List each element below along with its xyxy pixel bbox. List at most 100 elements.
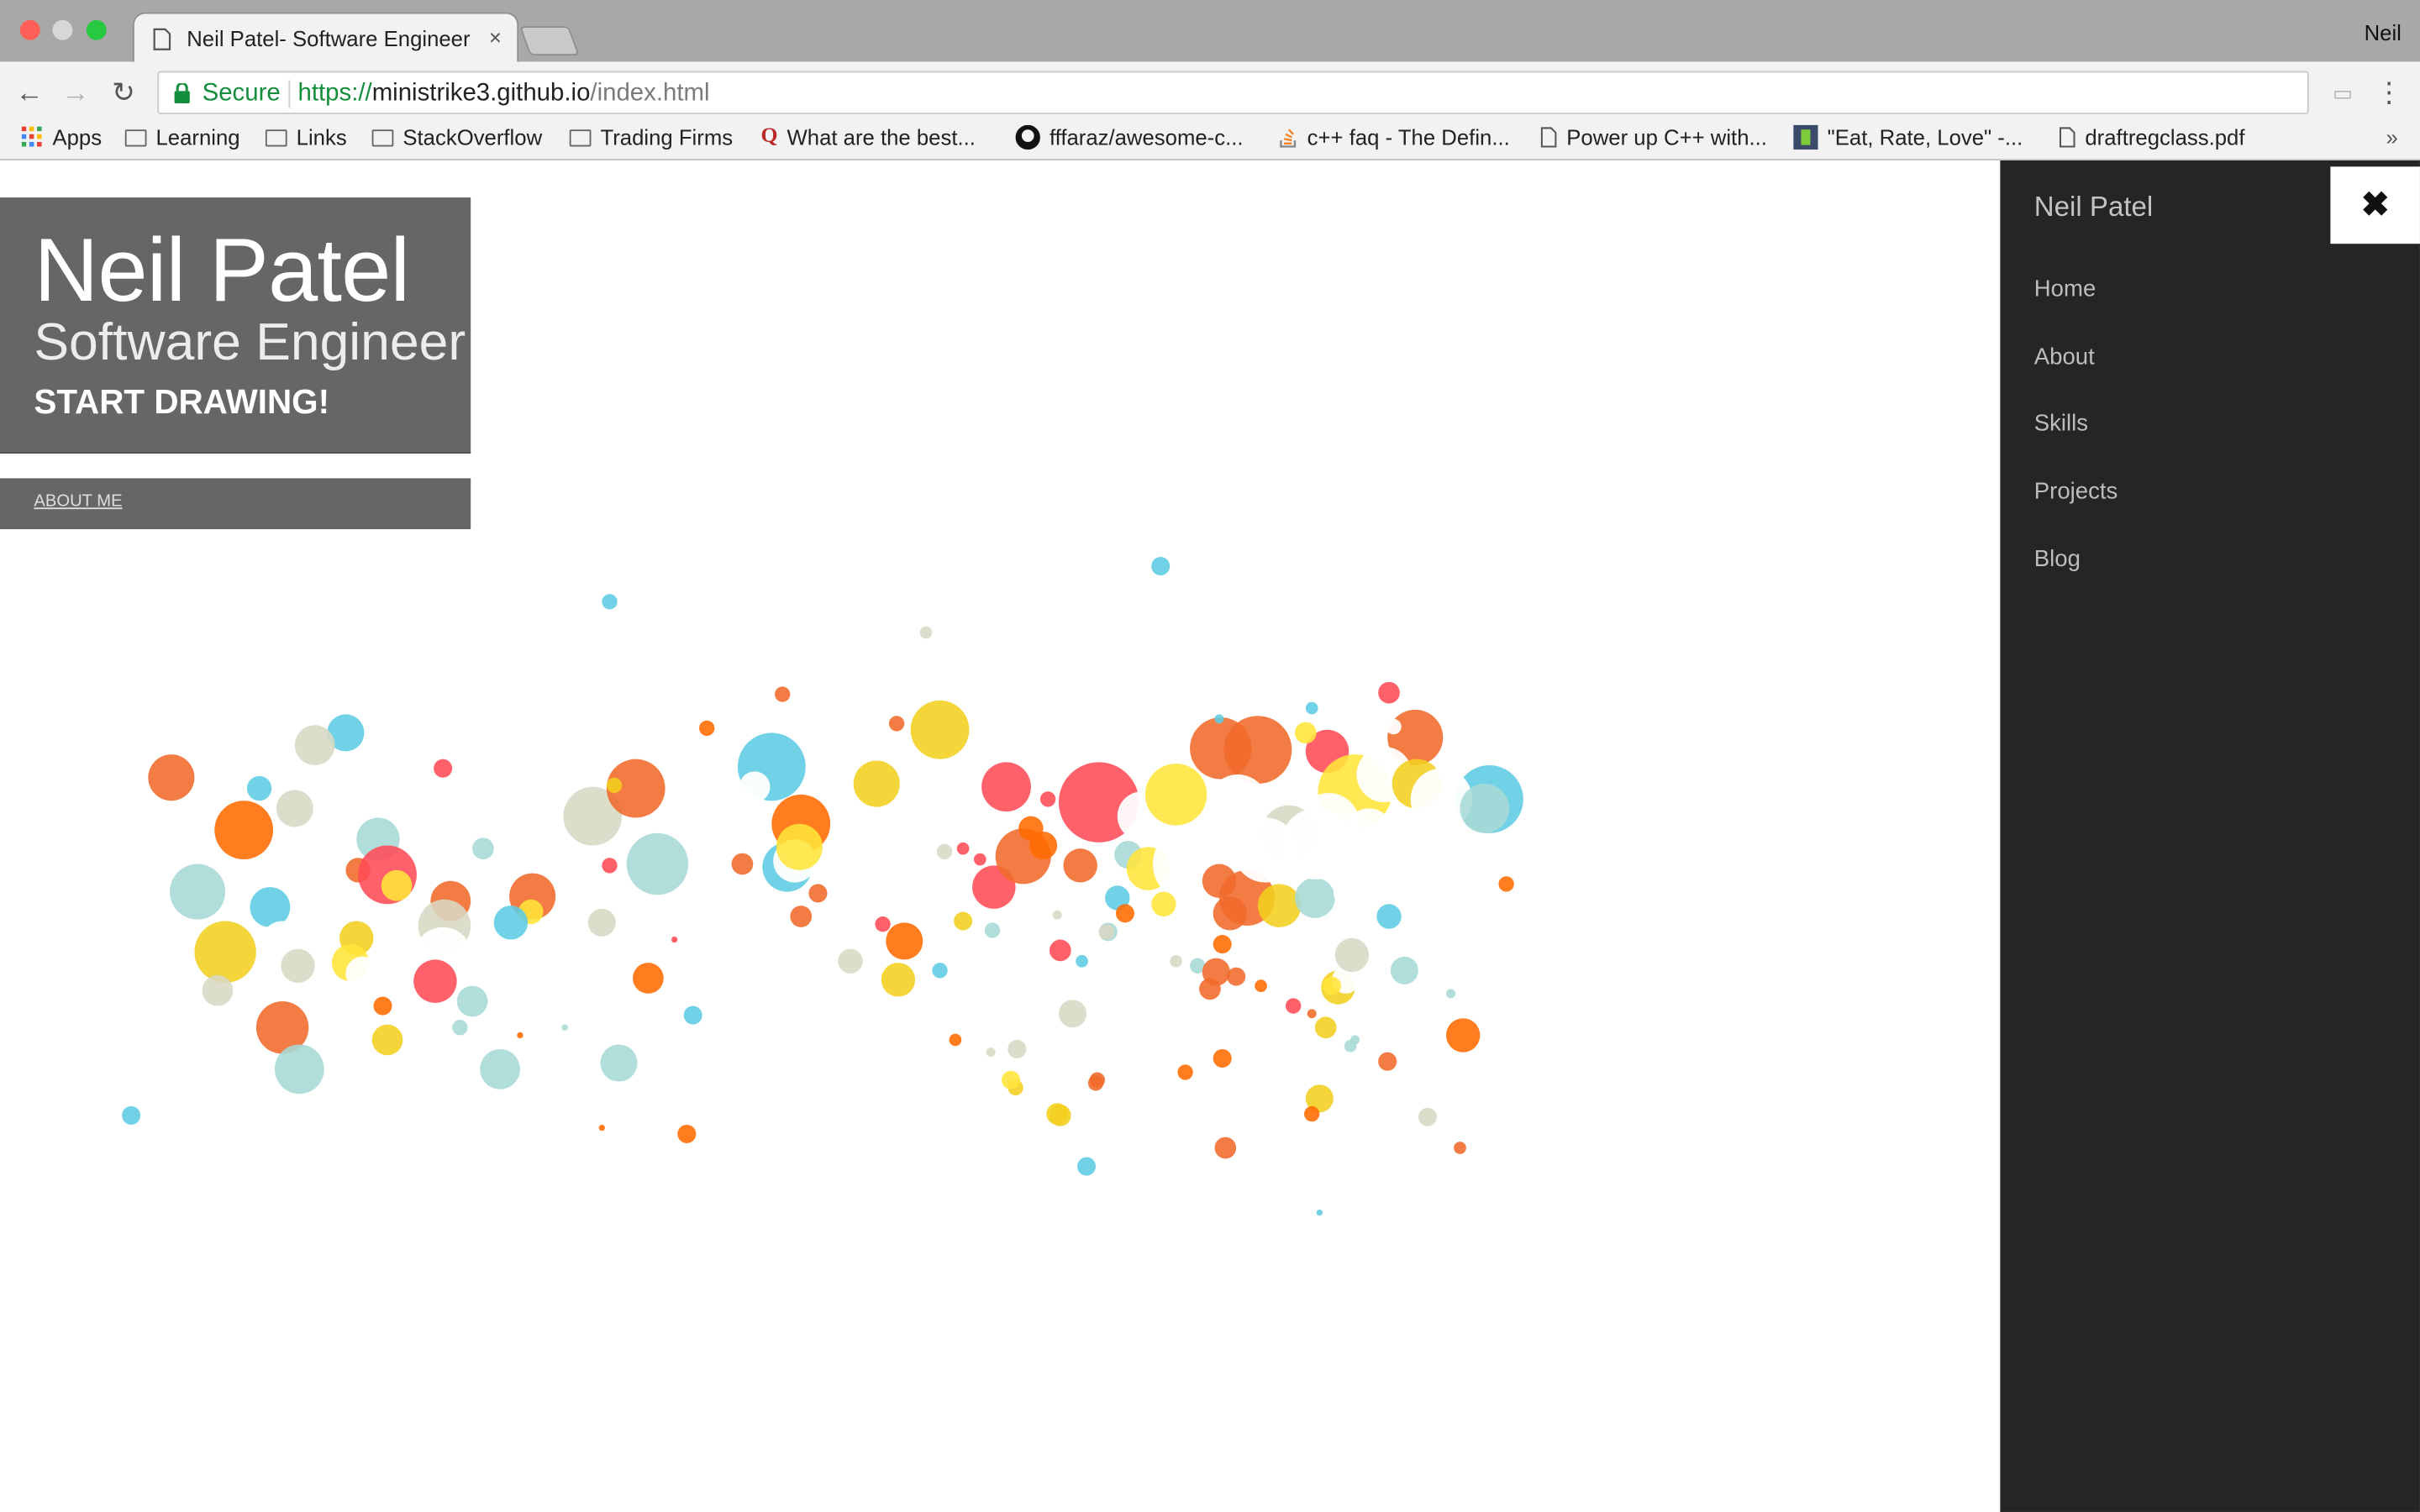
paint-dot — [838, 948, 863, 974]
nav-item-projects[interactable]: Projects — [2034, 478, 2118, 504]
bookmark-label: Trading Firms — [600, 124, 734, 150]
paint-dot — [984, 922, 1001, 938]
paint-dot — [281, 948, 315, 983]
bookmark-learning[interactable]: Learning — [124, 124, 240, 150]
back-arrow-icon[interactable]: ← — [14, 77, 45, 108]
page-icon — [1540, 127, 1557, 148]
paint-dot — [1076, 954, 1088, 968]
paint-dot — [1294, 878, 1335, 918]
paint-dot — [881, 963, 916, 997]
paint-dot — [739, 771, 771, 803]
paint-dot — [1058, 762, 1139, 843]
browser-tab[interactable]: Neil Patel- Software Engineer × — [132, 12, 519, 64]
site-icon — [1793, 124, 1818, 150]
paint-dot — [122, 1105, 141, 1125]
paint-dot — [509, 873, 556, 920]
bookmark-draftregclass[interactable]: draftregclass.pdf — [2059, 125, 2244, 150]
paint-dot — [771, 794, 831, 853]
nav-item-about[interactable]: About — [2034, 344, 2095, 370]
bookmark-quora[interactable]: Q What are the best... — [760, 125, 975, 150]
paint-dot — [1410, 768, 1473, 831]
paint-dot — [973, 853, 986, 866]
paint-dot — [1387, 709, 1444, 766]
side-nav-title[interactable]: Neil Patel — [2034, 192, 2154, 224]
paint-dot — [407, 816, 457, 866]
paint-dot — [1002, 1070, 1021, 1089]
paint-dot — [413, 959, 457, 1003]
paint-dot — [1305, 701, 1318, 715]
paint-dot — [170, 864, 226, 920]
paint-dot — [1052, 910, 1062, 920]
paint-dot — [1213, 935, 1232, 954]
minimize-window-icon[interactable] — [52, 19, 73, 40]
paint-dot — [602, 858, 618, 874]
bookmark-apps[interactable]: Apps — [21, 125, 102, 150]
bookmark-label: What are the best... — [786, 124, 976, 150]
paint-dot — [371, 1024, 403, 1056]
paint-dot — [1207, 774, 1269, 837]
paint-dot — [775, 686, 791, 702]
paint-dot — [1087, 1075, 1104, 1091]
close-window-icon[interactable] — [19, 19, 40, 40]
browser-window: Neil Patel- Software Engineer × Neil ← →… — [0, 0, 2420, 1512]
bookmark-cpp-faq[interactable]: c++ faq - The Defin... — [1280, 125, 1510, 150]
paint-dot — [626, 832, 689, 895]
bookmark-trading-firms[interactable]: Trading Firms — [569, 124, 734, 150]
nav-item-blog[interactable]: Blog — [2034, 546, 2081, 572]
paint-dot — [274, 1044, 324, 1095]
paint-dot — [1227, 967, 1246, 986]
bookmark-label: Learning — [155, 124, 240, 150]
bookmark-eat-rate-love[interactable]: "Eat, Rate, Love" -... — [1793, 124, 2023, 150]
paint-dot — [919, 626, 933, 639]
paint-dot — [1392, 759, 1442, 809]
paint-dot — [1046, 1103, 1068, 1125]
paint-dot — [602, 594, 618, 610]
folder-icon — [124, 129, 147, 146]
paint-dot — [1445, 1018, 1481, 1053]
paint-dot — [418, 899, 471, 953]
new-tab-button[interactable] — [519, 26, 580, 56]
paint-dot — [1314, 1016, 1337, 1039]
page-icon — [2059, 127, 2075, 148]
tab-close-icon[interactable]: × — [489, 24, 502, 49]
profile-name[interactable]: Neil — [2365, 20, 2402, 45]
address-bar[interactable]: Secure https://ministrike3.github.io/ind… — [157, 71, 2309, 114]
paint-dot — [600, 1044, 638, 1082]
reload-icon[interactable]: ↻ — [108, 77, 139, 108]
bookmark-power-up-cpp[interactable]: Power up C++ with... — [1540, 125, 1767, 150]
paint-dot — [598, 1124, 605, 1131]
bookmark-stackoverflow[interactable]: StackOverflow — [371, 125, 542, 150]
bookmark-links[interactable]: Links — [265, 125, 347, 150]
paint-dot — [563, 786, 623, 846]
bookmarks-overflow-icon[interactable]: » — [2386, 125, 2398, 150]
zoom-window-icon[interactable] — [86, 19, 107, 40]
menu-dots-icon[interactable]: ⋮ — [2374, 77, 2405, 108]
paint-dot — [434, 759, 453, 778]
about-me-link[interactable]: ABOUT ME — [34, 492, 122, 511]
paint-dot — [1007, 1079, 1023, 1096]
url-text[interactable]: https://ministrike3.github.io/index.html — [297, 81, 709, 108]
paint-dot — [683, 1005, 702, 1025]
folder-icon — [569, 129, 592, 146]
extension-icon[interactable]: ▭ — [2328, 77, 2359, 108]
url-protocol: https:// — [297, 80, 372, 107]
close-menu-button[interactable]: ✖ — [2330, 166, 2420, 244]
paint-dot — [1114, 841, 1143, 869]
paint-dot — [214, 801, 274, 860]
paint-dot — [1386, 718, 1402, 735]
paint-dot — [1218, 869, 1276, 927]
bookmark-github[interactable]: fffaraz/awesome-c... — [1015, 124, 1244, 150]
paint-dot — [790, 906, 813, 927]
paint-dot — [956, 842, 970, 855]
paint-dot — [1305, 729, 1349, 774]
paint-dot — [430, 880, 471, 921]
paint-dot — [1323, 976, 1342, 995]
forward-arrow-icon[interactable]: → — [60, 77, 92, 108]
nav-item-home[interactable]: Home — [2034, 276, 2096, 302]
paint-dot — [1007, 1039, 1027, 1058]
paint-dot — [875, 916, 891, 932]
nav-item-skills[interactable]: Skills — [2034, 411, 2088, 437]
paint-dot — [981, 762, 1031, 812]
paint-dot — [1117, 791, 1167, 842]
paint-dot — [493, 906, 529, 940]
